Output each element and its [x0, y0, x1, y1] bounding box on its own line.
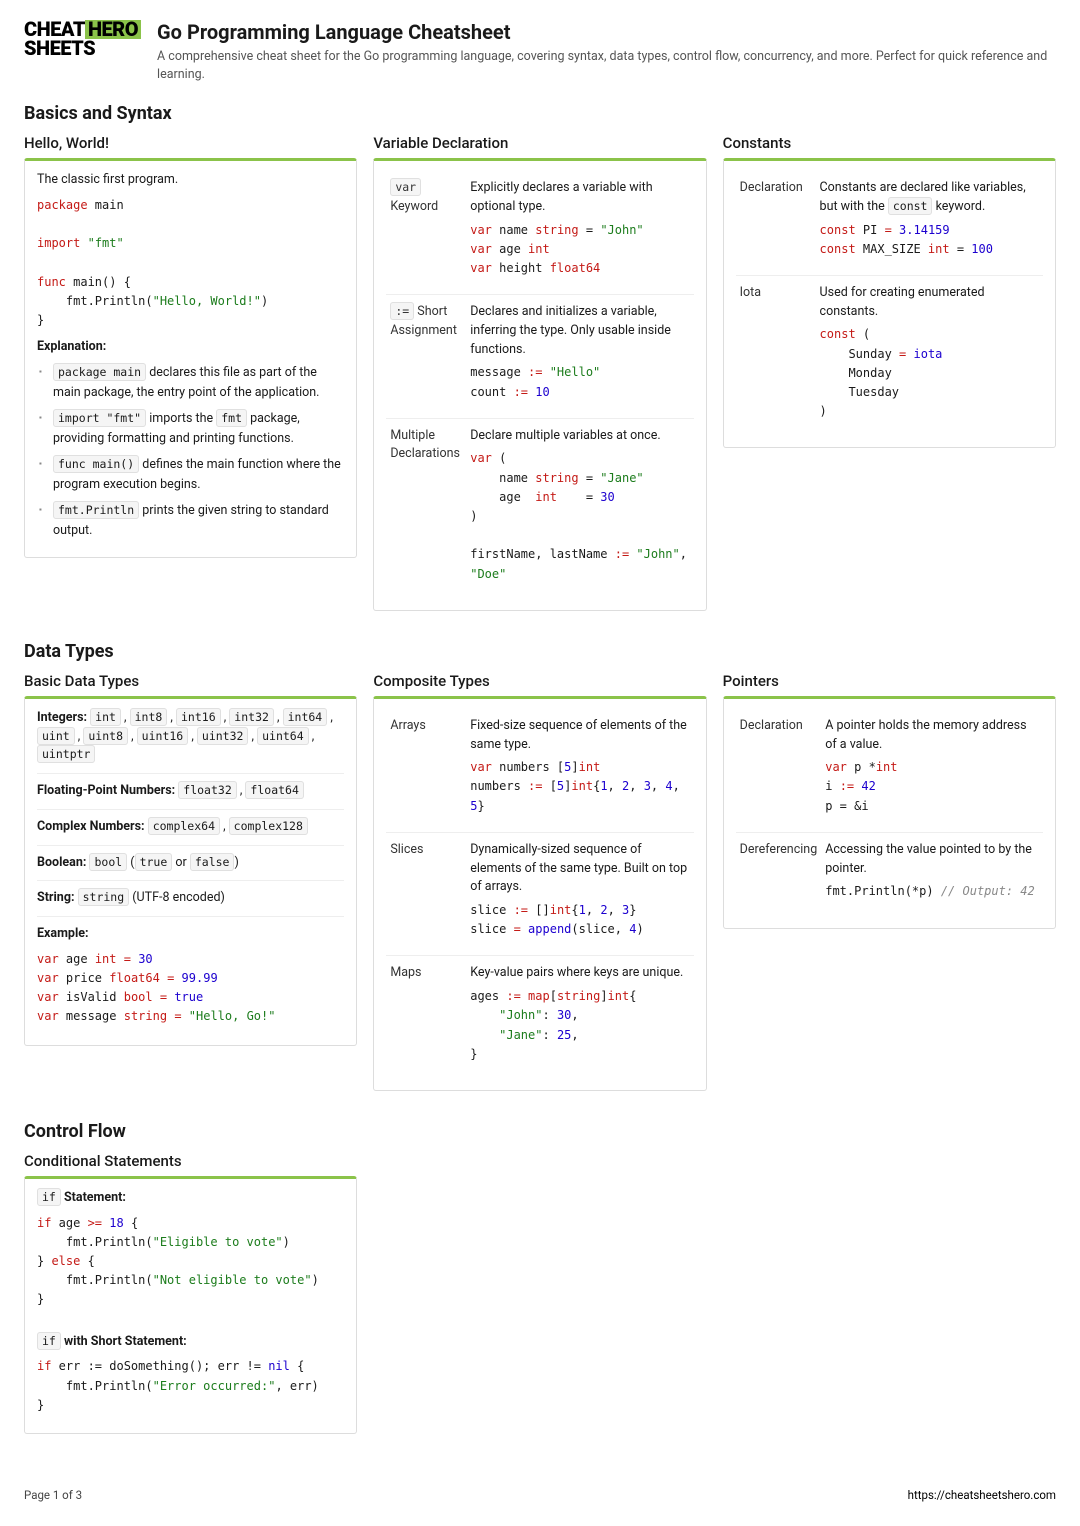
code-block: var age int = 30 var price float64 = 99.…	[37, 950, 344, 1027]
code-block: fmt.Println(*p) // Output: 42	[825, 882, 1039, 901]
table-row: Multiple Declarations Declare multiple v…	[386, 418, 693, 600]
hello-intro: The classic first program.	[37, 171, 344, 190]
code-block: var p *int i := 42 p = &i	[825, 758, 1039, 816]
code-block: message := "Hello" count := 10	[470, 363, 689, 401]
section-datatypes-heading: Data Types	[24, 641, 1056, 662]
code-block: if age >= 18 { fmt.Println("Eligible to …	[37, 1214, 344, 1310]
card-constants-title: Constants	[723, 134, 1056, 152]
card-hello: The classic first program. package main …	[24, 158, 357, 558]
code-block: if err := doSomething(); err != nil { fm…	[37, 1357, 344, 1415]
table-row: := Short Assignment Declares and initial…	[386, 295, 693, 419]
card-composite: Arrays Fixed-size sequence of elements o…	[373, 696, 706, 1091]
section-controlflow-heading: Control Flow	[24, 1121, 1056, 1142]
card-conditional-title: Conditional Statements	[24, 1152, 357, 1170]
explanation-heading: Explanation:	[37, 338, 344, 357]
list-item: fmt.Println prints the given string to s…	[37, 501, 344, 541]
code-block: const ( Sunday = iota Monday Tuesday )	[820, 325, 1039, 421]
table-row: var Keyword Explicitly declares a variab…	[386, 171, 693, 295]
code-block: slice := []int{1, 2, 3} slice = append(s…	[470, 901, 689, 939]
card-hello-title: Hello, World!	[24, 134, 357, 152]
code-block: var name string = "John" var age int var…	[470, 221, 689, 279]
list-item: import "fmt" imports the fmt package, pr…	[37, 409, 344, 449]
table-row: Iota Used for creating enumerated consta…	[736, 275, 1043, 437]
list-item: package main declares this file as part …	[37, 363, 344, 403]
code-block: const PI = 3.14159 const MAX_SIZE int = …	[820, 221, 1039, 259]
table-row: Maps Key-value pairs where keys are uniq…	[386, 956, 693, 1080]
card-vardecl: var Keyword Explicitly declares a variab…	[373, 158, 706, 611]
logo: CHEATHERO SHEETS	[24, 20, 141, 83]
hello-code: package main import "fmt" func main() { …	[37, 196, 344, 330]
page-number: Page 1 of 3	[24, 1488, 82, 1502]
card-conditional: if Statement: if age >= 18 { fmt.Println…	[24, 1176, 357, 1434]
card-basictypes: Integers: int , int8 , int16 , int32 , i…	[24, 696, 357, 1046]
logo-sheets: SHEETS	[24, 39, 141, 58]
code-block: ages := map[string]int{ "John": 30, "Jan…	[470, 987, 689, 1064]
card-vardecl-title: Variable Declaration	[373, 134, 706, 152]
section-basics-heading: Basics and Syntax	[24, 103, 1056, 124]
page-footer: Page 1 of 3 https://cheatsheetshero.com	[24, 1488, 1056, 1502]
card-pointers: Declaration A pointer holds the memory a…	[723, 696, 1056, 929]
footer-link[interactable]: https://cheatsheetshero.com	[908, 1488, 1056, 1502]
page-title: Go Programming Language Cheatsheet	[157, 20, 1056, 44]
table-row: Slices Dynamically-sized sequence of ele…	[386, 832, 693, 956]
card-pointers-title: Pointers	[723, 672, 1056, 690]
table-row: Declaration A pointer holds the memory a…	[736, 709, 1043, 833]
page-subtitle: A comprehensive cheat sheet for the Go p…	[157, 48, 1056, 83]
card-constants: Declaration Constants are declared like …	[723, 158, 1056, 448]
card-composite-title: Composite Types	[373, 672, 706, 690]
table-row: Declaration Constants are declared like …	[736, 171, 1043, 275]
hello-bullets: package main declares this file as part …	[37, 363, 344, 541]
card-basictypes-title: Basic Data Types	[24, 672, 357, 690]
table-row: Arrays Fixed-size sequence of elements o…	[386, 709, 693, 833]
page-header: CHEATHERO SHEETS Go Programming Language…	[24, 20, 1056, 83]
code-block: var ( name string = "Jane" age int = 30 …	[470, 449, 689, 583]
code-block: var numbers [5]int numbers := [5]int{1, …	[470, 758, 689, 816]
table-row: Dereferencing Accessing the value pointe…	[736, 832, 1043, 917]
list-item: func main() defines the main function wh…	[37, 455, 344, 495]
